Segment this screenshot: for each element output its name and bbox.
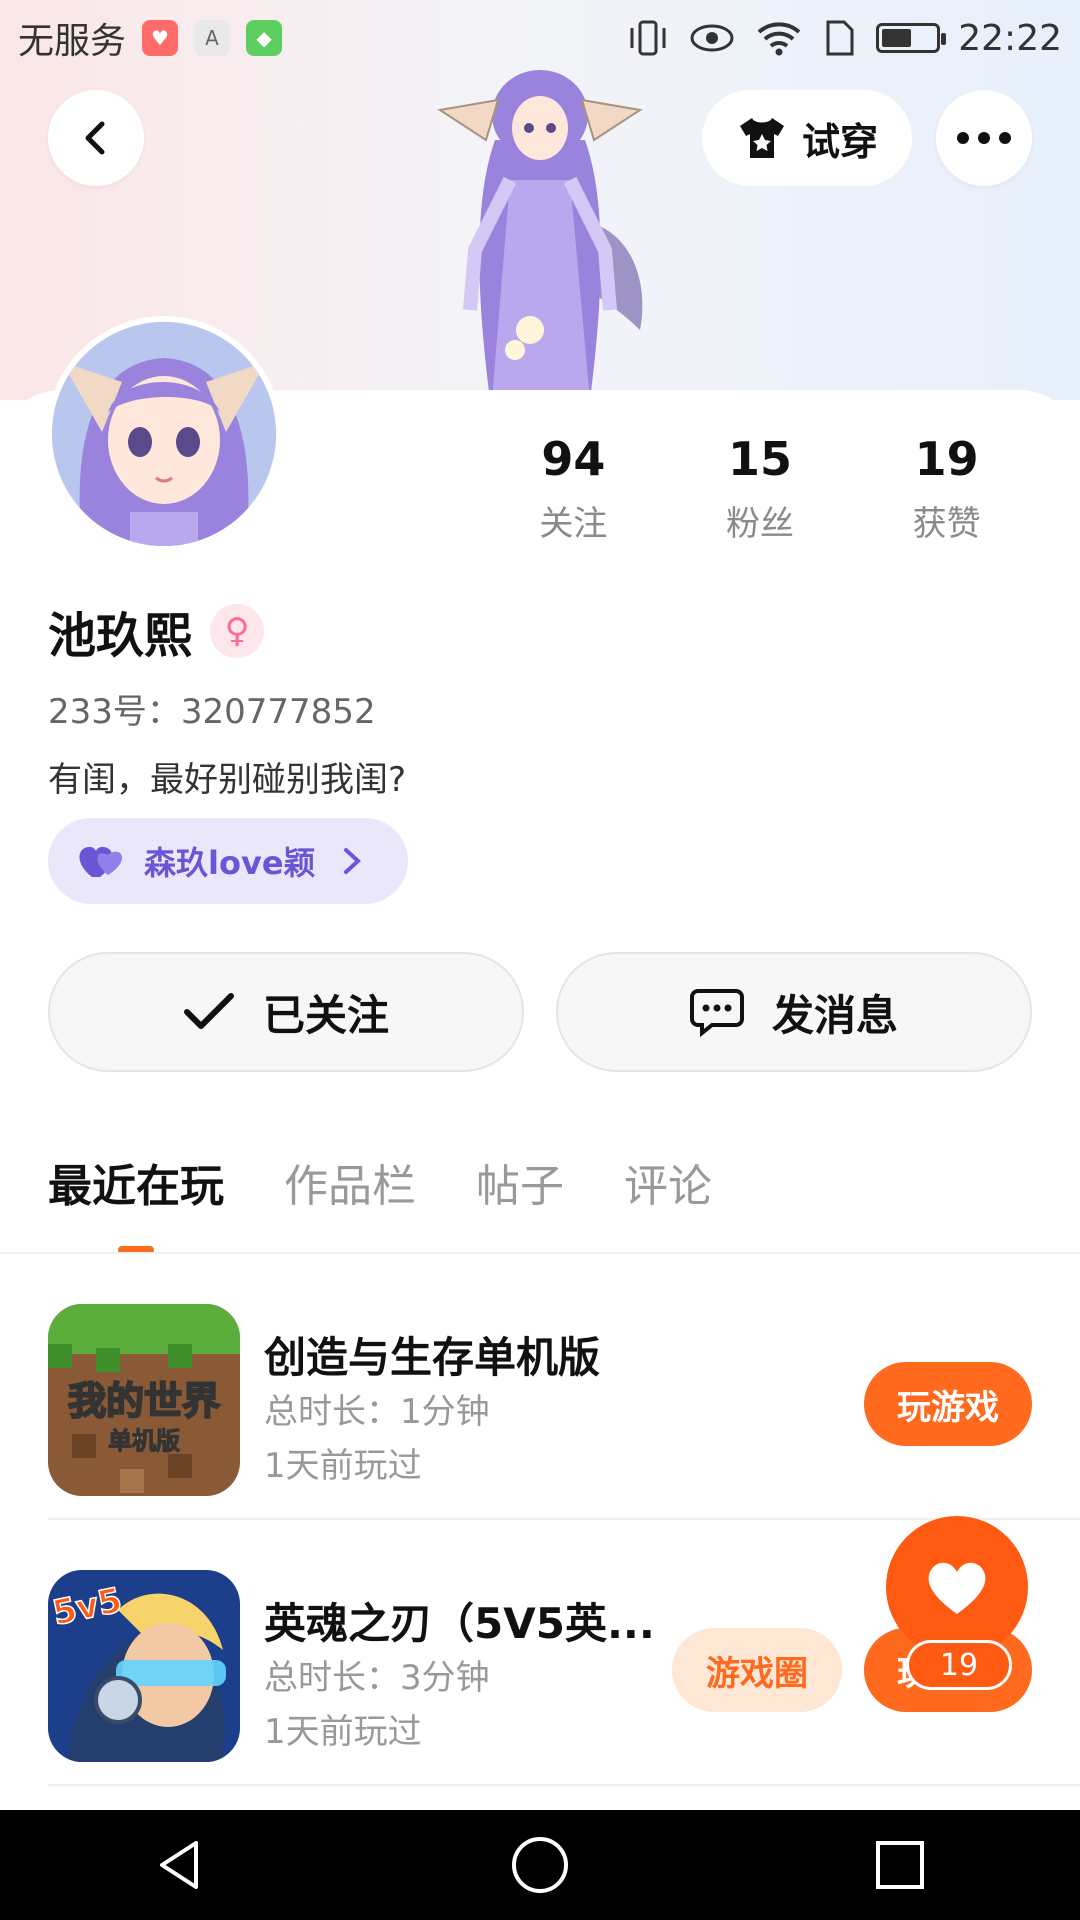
- chat-bubble-icon: [689, 989, 744, 1037]
- relationship-tag-label: 森玖love颖: [144, 844, 316, 882]
- vibrate-icon: [630, 20, 666, 56]
- circle-home-icon: [512, 1837, 568, 1893]
- relationship-tag[interactable]: 森玖love颖: [48, 818, 408, 904]
- send-message-button[interactable]: 发消息: [556, 952, 1032, 1072]
- system-navigation-bar: [0, 1810, 1080, 1920]
- triangle-back-icon: [160, 1841, 198, 1889]
- stat-label: 关注: [539, 504, 608, 544]
- like-count-badge: 19: [906, 1640, 1012, 1690]
- tshirt-icon: [739, 118, 784, 158]
- nav-recents-button[interactable]: [860, 1825, 940, 1905]
- nav-back-button[interactable]: [140, 1825, 220, 1905]
- sim-icon: [826, 20, 854, 56]
- character-avatar-illustration: [437, 70, 643, 400]
- profile-tabs: 最近在玩 作品栏 帖子 评论: [48, 1150, 712, 1254]
- carrier-text: 无服务: [18, 21, 127, 62]
- eye-icon: [690, 24, 734, 52]
- game-list-item[interactable]: 我的世界 单机版 创造与生存单机版 总时长：1分钟 1天前玩过 玩游戏: [48, 1254, 1080, 1520]
- more-button[interactable]: [936, 90, 1032, 186]
- status-bar: 无服务 ♥ A ◆ 22:22: [0, 0, 1080, 76]
- chevron-right-icon: [343, 848, 361, 874]
- try-on-label: 试穿: [801, 119, 878, 164]
- battery-icon: [876, 23, 947, 53]
- user-name: 池玖熙: [48, 608, 193, 664]
- tab-posts[interactable]: 帖子: [476, 1150, 564, 1244]
- avatar[interactable]: [46, 316, 282, 552]
- heart-icon: [928, 1562, 986, 1614]
- game-icon-hero-blade: 5v5: [48, 1570, 240, 1762]
- tab-works[interactable]: 作品栏: [284, 1150, 416, 1244]
- stat-likes[interactable]: 19 获赞: [853, 432, 1040, 545]
- health-app-icon: ♥: [142, 20, 179, 56]
- game-icon-minecraft: 我的世界 单机版: [48, 1304, 240, 1496]
- checkmark-icon: [183, 993, 234, 1029]
- tab-label: 帖子: [476, 1161, 564, 1212]
- stat-label: 粉丝: [725, 504, 794, 544]
- game-title: 创造与生存单机版: [264, 1333, 601, 1382]
- send-message-label: 发消息: [771, 990, 898, 1040]
- game-last-played: 1天前玩过: [264, 1446, 422, 1486]
- stat-value: 94: [541, 432, 606, 486]
- double-heart-icon: [79, 846, 123, 877]
- avatar-image: [52, 322, 276, 546]
- followed-label: 已关注: [262, 990, 389, 1040]
- nav-home-button[interactable]: [500, 1825, 580, 1905]
- user-bio: 有闺，最好别碰别我闺?: [48, 760, 407, 800]
- female-gender-icon: ♀: [210, 604, 265, 658]
- font-app-icon: A: [194, 20, 231, 56]
- game-icon-text: 我的世界: [68, 1379, 220, 1423]
- row-divider: [48, 1784, 1080, 1786]
- followed-button[interactable]: 已关注: [48, 952, 524, 1072]
- user-id: 233号：320777852: [48, 692, 376, 732]
- game-duration: 总时长：3分钟: [264, 1658, 490, 1698]
- tab-comments[interactable]: 评论: [624, 1150, 712, 1244]
- stat-value: 19: [914, 432, 979, 486]
- tab-label: 作品栏: [284, 1161, 416, 1212]
- profile-stats: 94 关注 15 粉丝 19 获赞: [480, 432, 1040, 545]
- tab-label: 最近在玩: [48, 1161, 224, 1212]
- game-circle-button[interactable]: 游戏圈: [672, 1628, 842, 1712]
- shield-app-icon: ◆: [246, 20, 283, 56]
- stat-value: 15: [727, 432, 792, 486]
- game-title: 英魂之刃（5V5英...: [264, 1599, 655, 1648]
- wifi-icon: [757, 22, 801, 56]
- try-on-button[interactable]: 试穿: [702, 90, 912, 186]
- like-floating-button[interactable]: [886, 1516, 1028, 1658]
- more-horizontal-icon: [957, 132, 1011, 144]
- square-recents-icon: [876, 1841, 924, 1889]
- stat-label: 获赞: [912, 504, 981, 544]
- back-button[interactable]: [48, 90, 144, 186]
- chevron-left-icon: [85, 121, 105, 155]
- play-game-button[interactable]: 玩游戏: [864, 1362, 1032, 1446]
- stat-following[interactable]: 94 关注: [480, 432, 667, 545]
- game-duration: 总时长：1分钟: [264, 1392, 490, 1432]
- profile-name-row: 池玖熙 ♀: [48, 596, 265, 666]
- clock-time: 22:22: [958, 17, 1062, 59]
- game-last-played: 1天前玩过: [264, 1712, 422, 1752]
- tab-recently-played[interactable]: 最近在玩: [48, 1150, 224, 1254]
- tab-label: 评论: [624, 1161, 712, 1212]
- stat-followers[interactable]: 15 粉丝: [667, 432, 854, 545]
- game-icon-subtext: 单机版: [108, 1427, 180, 1455]
